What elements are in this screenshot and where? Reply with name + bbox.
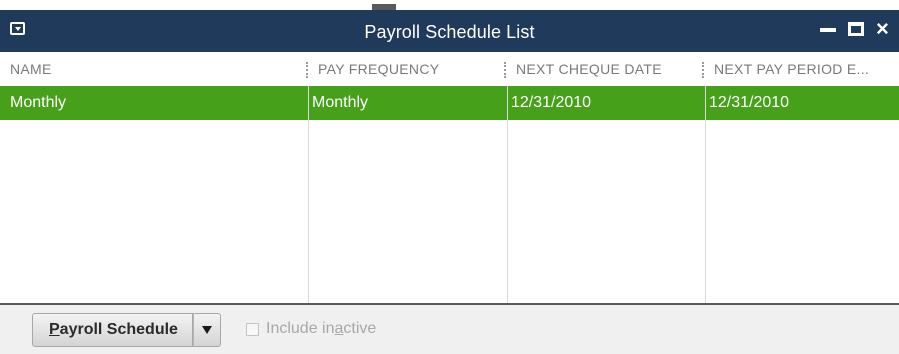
title-bar[interactable]: Payroll Schedule List × bbox=[0, 10, 899, 52]
close-icon[interactable]: × bbox=[876, 18, 889, 40]
schedule-list[interactable]: NAME PAY FREQUENCY NEXT CHEQUE DATE NEXT… bbox=[0, 52, 899, 303]
column-header-pay-frequency[interactable]: PAY FREQUENCY bbox=[318, 52, 498, 86]
table-row[interactable]: Monthly Monthly 12/31/2010 12/31/2010 bbox=[0, 86, 899, 120]
dropdown-arrow-icon[interactable] bbox=[192, 313, 221, 347]
column-header-next-cheque-date[interactable]: NEXT CHEQUE DATE bbox=[516, 52, 696, 86]
cell-next-cheque-date[interactable]: 12/31/2010 bbox=[511, 86, 591, 120]
cell-pay-frequency[interactable]: Monthly bbox=[312, 86, 368, 120]
column-header-next-pay-period-end[interactable]: NEXT PAY PERIOD E... bbox=[714, 52, 894, 86]
column-resize-handle[interactable] bbox=[702, 62, 704, 78]
minimize-icon[interactable] bbox=[820, 28, 836, 32]
column-divider bbox=[705, 86, 706, 303]
maximize-icon[interactable] bbox=[848, 22, 864, 36]
cell-next-pay-period-end[interactable]: 12/31/2010 bbox=[709, 86, 789, 120]
window-top-edge bbox=[0, 0, 899, 10]
payroll-schedule-label: ayroll Schedule bbox=[59, 321, 178, 338]
column-resize-handle[interactable] bbox=[504, 62, 506, 78]
list-header: NAME PAY FREQUENCY NEXT CHEQUE DATE NEXT… bbox=[0, 52, 899, 87]
column-divider bbox=[507, 86, 508, 303]
footer-toolbar: Payroll Schedule Include inactive bbox=[0, 303, 899, 354]
column-header-name[interactable]: NAME bbox=[10, 52, 300, 86]
payroll-schedule-accelerator: P bbox=[49, 321, 60, 338]
column-divider bbox=[308, 86, 309, 303]
payroll-schedule-button[interactable]: Payroll Schedule bbox=[32, 313, 193, 347]
payroll-schedule-list-window: Payroll Schedule List × NAME PAY FREQUEN… bbox=[0, 0, 899, 354]
include-inactive-label: Include inactive bbox=[266, 320, 377, 337]
payroll-schedule-button-group: Payroll Schedule bbox=[32, 313, 221, 347]
window-title: Payroll Schedule List bbox=[364, 22, 535, 42]
cell-name[interactable]: Monthly bbox=[10, 86, 66, 120]
column-resize-handle[interactable] bbox=[306, 62, 308, 78]
include-inactive-checkbox[interactable] bbox=[246, 323, 259, 336]
